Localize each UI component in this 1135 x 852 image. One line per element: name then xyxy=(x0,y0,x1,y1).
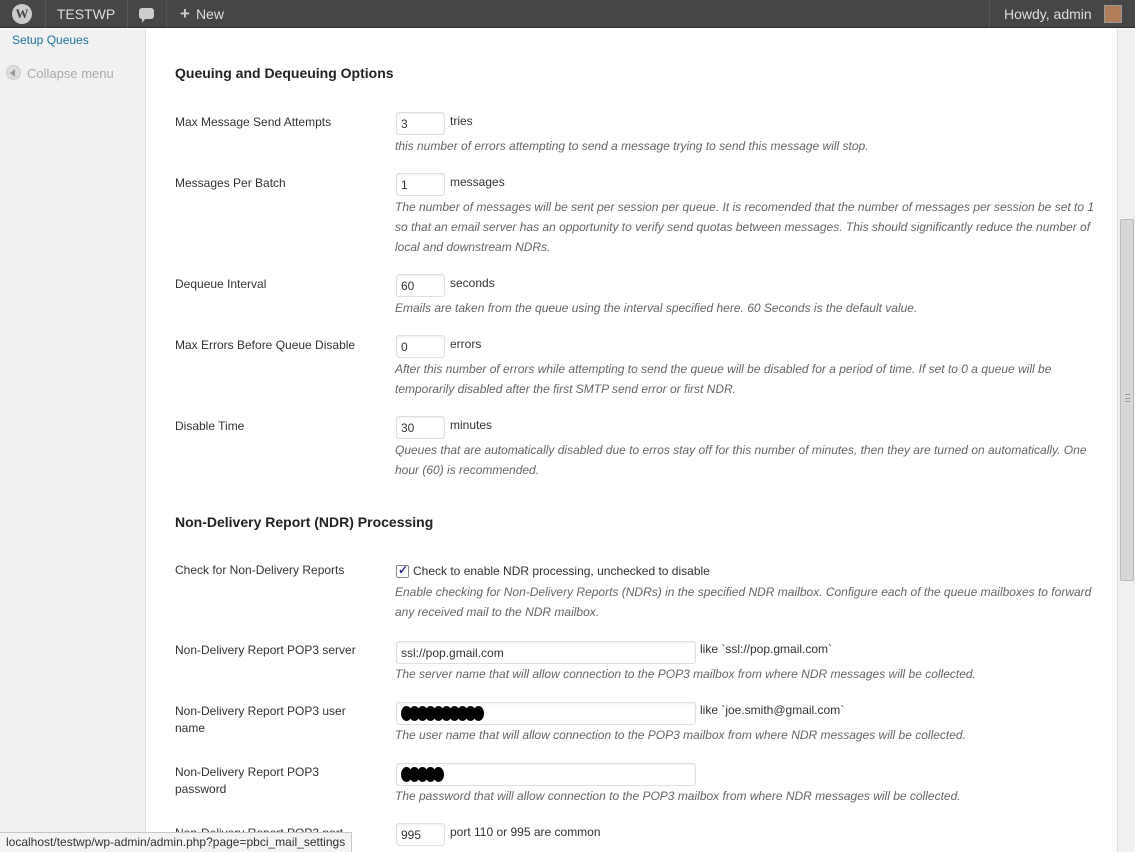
pop3-password-input[interactable] xyxy=(396,763,696,786)
collapse-menu-button[interactable]: Collapse menu xyxy=(6,65,114,81)
pop3-user-label: Non-Delivery Report POP3 user name xyxy=(175,704,346,735)
per-batch-unit: messages xyxy=(450,175,505,189)
collapse-arrow-icon xyxy=(6,65,21,80)
disable-time-label: Disable Time xyxy=(175,419,245,433)
vertical-scrollbar[interactable] xyxy=(1117,29,1135,852)
per-batch-description: The number of messages will be sent per … xyxy=(395,200,1095,254)
redacted-value xyxy=(401,706,484,721)
wordpress-logo-icon: W xyxy=(12,4,32,24)
pop3-server-description: The server name that will allow connecti… xyxy=(395,667,976,681)
per-batch-input[interactable]: 1 xyxy=(396,173,445,196)
pop3-port-input[interactable]: 995 xyxy=(396,823,445,846)
redacted-value xyxy=(401,767,444,782)
pop3-user-input[interactable] xyxy=(396,702,696,725)
pop3-user-description: The user name that will allow connection… xyxy=(395,728,966,742)
ndr-section-title: Non-Delivery Report (NDR) Processing xyxy=(175,514,434,530)
howdy-label: Howdy, admin xyxy=(1004,6,1092,22)
max-errors-input[interactable]: 0 xyxy=(396,335,445,358)
new-label: New xyxy=(195,6,224,22)
max-attempts-label: Max Message Send Attempts xyxy=(175,115,332,129)
collapse-menu-label: Collapse menu xyxy=(27,66,114,81)
admin-side-menu: Setup Queues Collapse menu xyxy=(0,29,146,852)
site-name-link[interactable]: TESTWP xyxy=(45,0,127,28)
check-ndr-description: Enable checking for Non-Delivery Reports… xyxy=(395,585,1092,619)
check-ndr-checkbox-label[interactable]: Check to enable NDR processing, unchecke… xyxy=(413,564,710,578)
pop3-server-input[interactable]: ssl://pop.gmail.com xyxy=(396,641,696,664)
admin-bar: W TESTWP + New Howdy, admin xyxy=(0,0,1135,28)
pop3-server-hint: like `ssl://pop.gmail.com` xyxy=(700,642,833,656)
max-attempts-unit: tries xyxy=(450,114,473,128)
pop3-port-hint: port 110 or 995 are common xyxy=(450,825,601,839)
per-batch-label: Messages Per Batch xyxy=(175,176,286,190)
dequeue-interval-input[interactable]: 60 xyxy=(396,274,445,297)
comments-link[interactable] xyxy=(128,0,166,28)
comment-bubble-icon xyxy=(139,8,154,23)
wordpress-logo-menu[interactable]: W xyxy=(0,0,45,28)
pop3-password-label: Non-Delivery Report POP3 password xyxy=(175,765,320,796)
plus-icon: + xyxy=(180,4,190,23)
max-errors-unit: errors xyxy=(450,337,482,351)
max-attempts-description: this number of errors attempting to send… xyxy=(395,139,869,153)
pop3-user-hint: like `joe.smith@gmail.com` xyxy=(700,703,845,717)
pop3-server-label: Non-Delivery Report POP3 server xyxy=(175,643,356,657)
new-content-menu[interactable]: + New xyxy=(167,0,237,28)
scrollbar-grip-icon xyxy=(1125,394,1130,402)
settings-content: Queuing and Dequeuing Options Max Messag… xyxy=(147,29,1117,852)
disable-time-input[interactable]: 30 xyxy=(396,416,445,439)
pop3-password-description: The password that will allow connection … xyxy=(395,789,961,803)
scrollbar-thumb[interactable] xyxy=(1120,219,1134,581)
browser-status-bar: localhost/testwp/wp-admin/admin.php?page… xyxy=(0,832,353,852)
queuing-section-title: Queuing and Dequeuing Options xyxy=(175,65,394,81)
disable-time-description: Queues that are automatically disabled d… xyxy=(395,443,1087,477)
avatar xyxy=(1104,5,1122,23)
disable-time-unit: minutes xyxy=(450,418,493,432)
max-errors-label: Max Errors Before Queue Disable xyxy=(175,338,356,352)
dequeue-interval-unit: seconds xyxy=(450,276,495,290)
max-attempts-input[interactable]: 3 xyxy=(396,112,445,135)
sidebar-item-setup-queues[interactable]: Setup Queues xyxy=(12,33,89,47)
check-ndr-checkbox[interactable] xyxy=(396,563,409,578)
dequeue-interval-description: Emails are taken from the queue using th… xyxy=(395,301,918,315)
check-ndr-label: Check for Non-Delivery Reports xyxy=(175,563,345,577)
dequeue-interval-label: Dequeue Interval xyxy=(175,277,267,291)
account-menu[interactable]: Howdy, admin xyxy=(990,0,1135,28)
max-errors-description: After this number of errors while attemp… xyxy=(395,362,1052,396)
